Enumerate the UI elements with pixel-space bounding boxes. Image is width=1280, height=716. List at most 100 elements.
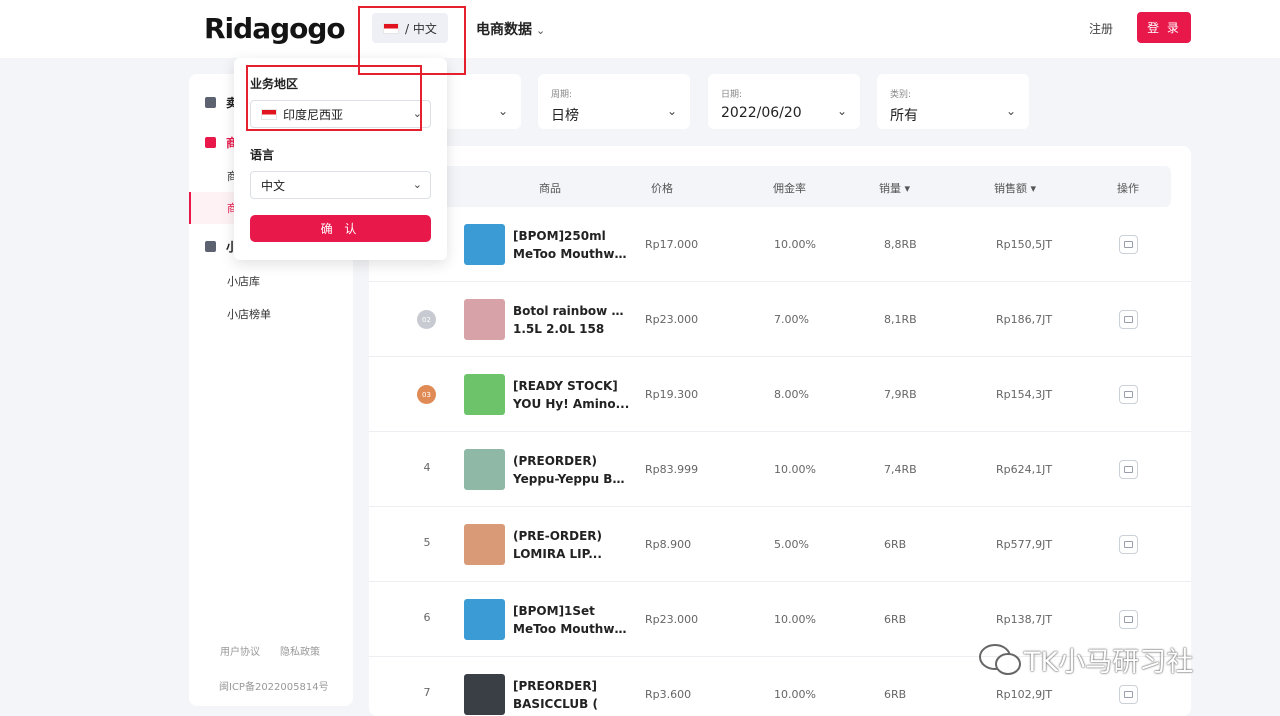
chevron-down-icon: ⌄ xyxy=(497,104,508,118)
header-price: 价格 xyxy=(651,182,673,195)
product-name-line2: 1.5L 2.0L 158 xyxy=(513,322,605,336)
store-icon xyxy=(205,241,216,252)
confirm-button[interactable]: 确 认 xyxy=(250,215,431,242)
login-button[interactable]: 登 录 xyxy=(1137,12,1191,43)
commission-cell: 10.00% xyxy=(774,613,816,626)
watermark-text: TK小马研习社 xyxy=(1024,647,1194,678)
sidebar-subitem-store-library[interactable]: 小店库 xyxy=(227,273,260,289)
product-name-line2: Yeppu-Yeppu By... xyxy=(513,472,631,486)
sales-cell: 8,1RB xyxy=(884,313,917,326)
privacy-policy-link[interactable]: 隐私政策 xyxy=(280,643,320,658)
product-name[interactable]: Botol rainbow viral 1.5L 2.0L 158 xyxy=(513,302,631,338)
product-name[interactable]: (PRE-ORDER) LOMIRA LIP... xyxy=(513,527,631,563)
logo[interactable]: Ridagogo xyxy=(204,12,346,45)
rank-number: 4 xyxy=(423,461,431,474)
filter-period[interactable]: 周期: 日榜 ⌄ xyxy=(538,74,690,129)
chevron-down-icon: ⌄ xyxy=(666,104,677,118)
header-product: 商品 xyxy=(539,182,561,195)
revenue-cell: Rp150,5JT xyxy=(996,238,1053,251)
product-thumbnail[interactable] xyxy=(464,449,505,490)
chevron-down-icon: ⌄ xyxy=(836,104,847,118)
price-cell: Rp8.900 xyxy=(645,538,692,551)
product-name-line1: (PRE-ORDER) xyxy=(513,529,603,543)
language-select[interactable]: 中文 ⌄ xyxy=(250,171,431,199)
commission-cell: 10.00% xyxy=(774,463,816,476)
language-select-value: 中文 xyxy=(261,178,286,193)
product-name-line1: [BPOM]250ml xyxy=(513,229,606,243)
revenue-cell: Rp102,9JT xyxy=(996,688,1053,701)
sidebar-subitem-store-ranking[interactable]: 小店榜单 xyxy=(227,306,271,322)
register-link[interactable]: 注册 xyxy=(1089,20,1113,37)
product-name[interactable]: [BPOM]250ml MeToo Mouthwa... xyxy=(513,227,631,263)
revenue-cell: Rp577,9JT xyxy=(996,538,1053,551)
product-name-line2: YOU Hy! Amino... xyxy=(513,397,630,411)
filter-date[interactable]: 日期: 2022/06/20 ⌄ xyxy=(708,74,860,129)
rank-number: 02 xyxy=(422,315,431,324)
ecommerce-data-menu[interactable]: 电商数据 ⌄ xyxy=(476,19,545,39)
language-label: 语言 xyxy=(250,148,275,162)
sales-cell: 7,4RB xyxy=(884,463,917,476)
product-name[interactable]: (PREORDER) Yeppu-Yeppu By... xyxy=(513,452,631,488)
product-name-line1: Botol rainbow viral xyxy=(513,304,631,318)
product-thumbnail[interactable] xyxy=(464,224,505,265)
table-row[interactable]: 5 (PRE-ORDER) LOMIRA LIP... Rp8.900 5.00… xyxy=(369,507,1191,582)
product-name[interactable]: [BPOM]1Set MeToo Mouthwa... xyxy=(513,602,631,638)
table-header: 商品 价格 佣金率 销量 ▾ 销售额 ▾ 操作 xyxy=(389,166,1171,207)
revenue-cell: Rp186,7JT xyxy=(996,313,1053,326)
product-name[interactable]: [READY STOCK] YOU Hy! Amino... xyxy=(513,377,631,413)
detail-action-icon[interactable] xyxy=(1119,610,1138,629)
product-thumbnail[interactable] xyxy=(464,524,505,565)
filter-category[interactable]: 类别: 所有 ⌄ xyxy=(877,74,1029,129)
product-name[interactable]: [PREORDER] BASICCLUB ( xyxy=(513,677,631,713)
detail-action-icon[interactable] xyxy=(1119,385,1138,404)
filter-label: 周期: xyxy=(551,90,573,100)
header-sales-sort[interactable]: 销量 ▾ xyxy=(879,180,910,196)
product-thumbnail[interactable] xyxy=(464,374,505,415)
detail-action-icon[interactable] xyxy=(1119,460,1138,479)
rank-number: 6 xyxy=(423,611,431,624)
calendar-icon xyxy=(205,97,216,108)
shop-icon xyxy=(205,137,216,148)
header-commission: 佣金率 xyxy=(773,182,806,195)
highlight-box-region xyxy=(246,65,422,131)
table-row[interactable]: [BPOM]250ml MeToo Mouthwa... Rp17.000 10… xyxy=(369,207,1191,282)
product-thumbnail[interactable] xyxy=(464,299,505,340)
header-action: 操作 xyxy=(1117,182,1139,195)
sales-cell: 7,9RB xyxy=(884,388,917,401)
rank-medal-icon: 03 xyxy=(417,385,436,404)
header-revenue-sort[interactable]: 销售额 ▾ xyxy=(994,180,1036,196)
table-row[interactable]: 4 (PREORDER) Yeppu-Yeppu By... Rp83.999 … xyxy=(369,432,1191,507)
product-thumbnail[interactable] xyxy=(464,674,505,715)
sales-cell: 6RB xyxy=(884,688,907,701)
filter-value: 2022/06/20 xyxy=(721,105,802,121)
product-name-line2: LOMIRA LIP... xyxy=(513,547,602,561)
price-cell: Rp19.300 xyxy=(645,388,699,401)
detail-action-icon[interactable] xyxy=(1119,685,1138,704)
rank-number: 03 xyxy=(422,390,431,399)
table-row[interactable]: 02 Botol rainbow viral 1.5L 2.0L 158 Rp2… xyxy=(369,282,1191,357)
wechat-icon xyxy=(979,643,1021,675)
revenue-cell: Rp624,1JT xyxy=(996,463,1053,476)
product-name-line1: [BPOM]1Set xyxy=(513,604,595,618)
top-navbar: Ridagogo / 中文 电商数据 ⌄ 注册 登 录 xyxy=(0,0,1280,58)
chevron-down-icon: ⌄ xyxy=(1005,104,1016,118)
chevron-down-icon: ⌄ xyxy=(412,178,422,191)
commission-cell: 8.00% xyxy=(774,388,809,401)
product-thumbnail[interactable] xyxy=(464,599,505,640)
user-agreement-link[interactable]: 用户协议 xyxy=(220,643,260,658)
detail-action-icon[interactable] xyxy=(1119,535,1138,554)
table-row[interactable]: 03 [READY STOCK] YOU Hy! Amino... Rp19.3… xyxy=(369,357,1191,432)
chevron-down-icon: ⌄ xyxy=(536,24,546,37)
detail-action-icon[interactable] xyxy=(1119,235,1138,254)
rank-number: 5 xyxy=(423,536,431,549)
sales-cell: 6RB xyxy=(884,613,907,626)
detail-action-icon[interactable] xyxy=(1119,310,1138,329)
price-cell: Rp83.999 xyxy=(645,463,699,476)
filter-value: 日榜 xyxy=(551,108,579,124)
ranking-table: 商品 价格 佣金率 销量 ▾ 销售额 ▾ 操作 [BPOM]250ml MeTo… xyxy=(369,146,1191,716)
commission-cell: 10.00% xyxy=(774,688,816,701)
icp-record: 闽ICP备2022005814号 xyxy=(219,682,329,693)
product-name-line1: [READY STOCK] xyxy=(513,379,618,393)
ecommerce-data-label: 电商数据 xyxy=(476,22,532,38)
product-name-line2: MeToo Mouthwa... xyxy=(513,622,631,636)
